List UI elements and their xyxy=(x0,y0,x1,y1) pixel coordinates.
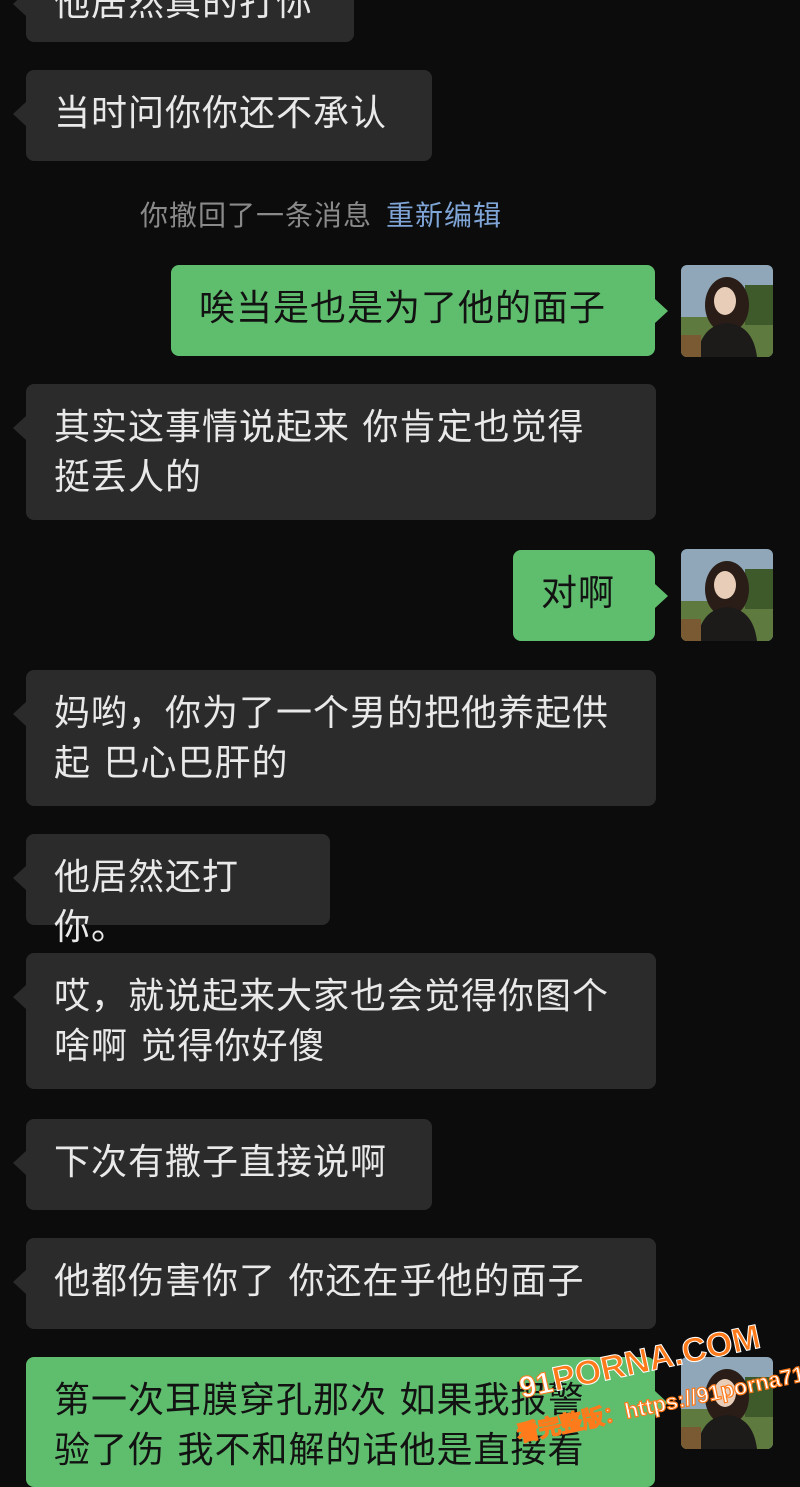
message-text: 下次有撒子直接说啊 xyxy=(54,1142,388,1183)
message-text: 对啊 xyxy=(541,573,616,614)
avatar-portrait-icon xyxy=(681,265,773,357)
outgoing-message-bubble[interactable]: 第一次耳膜穿孔那次 如果我报警 验了伤 我不和解的话他是直接看 xyxy=(26,1357,668,1487)
avatar-portrait-icon xyxy=(681,549,773,641)
incoming-message-bubble[interactable]: 下次有撒子直接说啊 xyxy=(13,1119,432,1210)
incoming-message-bubble[interactable]: 其实这事情说起来 你肯定也觉得 挺丢人的 xyxy=(13,384,656,520)
message-line: 挺丢人的 xyxy=(54,457,203,498)
incoming-message-bubble[interactable]: 他都伤害你了 你还在乎他的面子 xyxy=(13,1238,656,1329)
message-text: 他都伤害你了 你还在乎他的面子 xyxy=(54,1261,585,1302)
message-line: 哎，就说起来大家也会觉得你图个 xyxy=(54,976,610,1017)
message-line: 妈哟，你为了一个男的把他养起供 xyxy=(54,693,610,734)
avatar-portrait-icon xyxy=(681,1357,773,1449)
incoming-message-bubble[interactable]: 当时问你你还不承认 xyxy=(13,70,432,161)
message-text: 他居然真的打你 xyxy=(54,0,314,24)
message-text: 唉当是也是为了他的面子 xyxy=(199,288,607,329)
message-line: 其实这事情说起来 你肯定也觉得 xyxy=(54,407,585,448)
chat-thread[interactable]: 他居然真的打你 当时问你你还不承认 你撤回了一条消息 重新编辑 唉当是也是为了他的… xyxy=(0,0,800,1487)
incoming-message-bubble[interactable]: 哎，就说起来大家也会觉得你图个 啥啊 觉得你好傻 xyxy=(13,953,656,1089)
message-line: 起 巴心巴肝的 xyxy=(54,743,289,784)
user-avatar[interactable] xyxy=(681,1357,773,1449)
outgoing-message-bubble[interactable]: 唉当是也是为了他的面子 xyxy=(171,265,668,356)
re-edit-link[interactable]: 重新编辑 xyxy=(386,199,502,232)
message-line: 验了伤 我不和解的话他是直接看 xyxy=(54,1430,585,1471)
message-line: 第一次耳膜穿孔那次 如果我报警 xyxy=(54,1380,585,1421)
message-text: 他居然还打你。 xyxy=(54,857,240,948)
outgoing-message-bubble[interactable]: 对啊 xyxy=(513,550,668,641)
user-avatar[interactable] xyxy=(681,549,773,641)
recall-notice-text: 你撤回了一条消息 xyxy=(140,199,373,232)
incoming-message-bubble[interactable]: 他居然真的打你 xyxy=(13,0,354,42)
incoming-message-bubble[interactable]: 他居然还打你。 xyxy=(13,834,330,948)
recall-notice: 你撤回了一条消息 重新编辑 xyxy=(140,194,502,234)
user-avatar[interactable] xyxy=(681,265,773,357)
message-text: 当时问你你还不承认 xyxy=(54,93,388,134)
incoming-message-bubble[interactable]: 妈哟，你为了一个男的把他养起供 起 巴心巴肝的 xyxy=(13,670,656,806)
message-line: 啥啊 觉得你好傻 xyxy=(54,1026,326,1067)
